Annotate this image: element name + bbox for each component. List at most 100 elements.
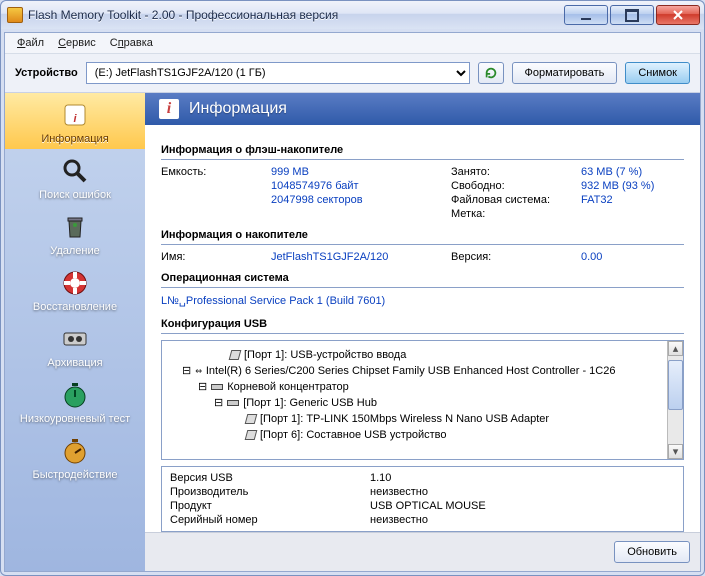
- sidebar-item-info[interactable]: i Информация: [5, 93, 145, 149]
- tree-scrollbar[interactable]: ▴ ▾: [667, 341, 683, 459]
- sectors-value: 2047998 секторов: [271, 194, 451, 206]
- fs-value: FAT32: [581, 194, 700, 206]
- sidebar-item-archive[interactable]: Архивация: [5, 317, 145, 373]
- sidebar-item-errors[interactable]: Поиск ошибок: [5, 149, 145, 205]
- usb-info-panel: Версия USB1.10 Производительнеизвестно П…: [161, 466, 684, 532]
- usb-icon: [211, 384, 223, 390]
- sidebar-item-label: Поиск ошибок: [39, 189, 111, 201]
- content-header: i Информация: [145, 93, 700, 125]
- tree-node: [Порт 1]: TP-LINK 150Mbps Wireless N Nan…: [260, 411, 549, 427]
- menubar: Файл Сервис Справка: [5, 33, 700, 54]
- refresh-device-button[interactable]: [478, 62, 504, 84]
- used-label: Занято:: [451, 166, 581, 178]
- drive-name-label: Имя:: [161, 251, 271, 263]
- device-icon: [245, 430, 258, 440]
- menu-service[interactable]: Сервис: [52, 35, 102, 51]
- volume-label-label: Метка:: [451, 208, 581, 220]
- client-area: Файл Сервис Справка Устройство (E:) JetF…: [4, 32, 701, 572]
- drive-ver-label: Версия:: [451, 251, 581, 263]
- usbver-value: 1.10: [370, 472, 675, 484]
- drive-name-value: JetFlashTS1GJF2A/120: [271, 251, 451, 263]
- volume-label-value: [581, 208, 700, 220]
- stopwatch-icon: [59, 435, 91, 467]
- collapse-icon[interactable]: ⊟: [214, 395, 223, 411]
- tape-icon: [59, 323, 91, 355]
- window-buttons: [562, 5, 700, 25]
- device-icon: [229, 350, 242, 360]
- update-button[interactable]: Обновить: [614, 541, 690, 563]
- usb-tree[interactable]: [Порт 1]: USB-устройство ввода ⊟ ⇔ Intel…: [164, 343, 681, 447]
- bytes-value: 1048574976 байт: [271, 180, 451, 192]
- tree-node: [Порт 6]: Составное USB устройство: [260, 427, 446, 443]
- product-label: Продукт: [170, 500, 370, 512]
- sidebar-item-label: Быстродействие: [33, 469, 118, 481]
- device-label: Устройство: [15, 67, 78, 79]
- refresh-icon: [484, 66, 498, 80]
- device-toolbar: Устройство (E:) JetFlashTS1GJF2A/120 (1 …: [5, 54, 700, 93]
- sidebar-item-label: Информация: [41, 133, 108, 145]
- tree-node: [Порт 1]: USB-устройство ввода: [244, 347, 406, 363]
- serial-label: Серийный номер: [170, 514, 370, 526]
- sidebar: i Информация Поиск ошибок Удаление Восст…: [5, 93, 145, 571]
- titlebar: Flash Memory Toolkit - 2.00 - Профессион…: [1, 1, 704, 29]
- section-driveinfo: Информация о накопителе: [161, 226, 684, 245]
- scroll-thumb[interactable]: [668, 360, 683, 410]
- section-usbconf: Конфигурация USB: [161, 315, 684, 334]
- sidebar-item-label: Удаление: [50, 245, 100, 257]
- footer-bar: Обновить: [145, 532, 700, 571]
- section-os: Операционная система: [161, 269, 684, 288]
- sidebar-item-restore[interactable]: Восстановление: [5, 261, 145, 317]
- snapshot-button[interactable]: Снимок: [625, 62, 690, 84]
- sidebar-item-label: Низкоуровневый тест: [20, 413, 130, 425]
- menu-file[interactable]: Файл: [11, 35, 50, 51]
- main-area: i Информация Поиск ошибок Удаление Восст…: [5, 93, 700, 571]
- serial-value: неизвестно: [370, 514, 675, 526]
- lifebuoy-icon: [59, 267, 91, 299]
- header-info-icon: i: [159, 99, 179, 119]
- sidebar-item-label: Архивация: [47, 357, 102, 369]
- sidebar-item-lowlevel[interactable]: Низкоуровневый тест: [5, 373, 145, 429]
- os-value: L№␣Professional Service Pack 1 (Build 76…: [161, 294, 684, 309]
- collapse-icon[interactable]: ⊟: [182, 363, 191, 379]
- fs-label: Файловая система:: [451, 194, 581, 206]
- content-body: Информация о флэш-накопителе Емкость: 99…: [145, 125, 700, 532]
- usbver-label: Версия USB: [170, 472, 370, 484]
- header-title: Информация: [189, 100, 287, 118]
- device-icon: [245, 414, 258, 424]
- tree-node: Корневой концентратор: [227, 379, 349, 395]
- free-value: 932 MB (93 %): [581, 180, 700, 192]
- drive-ver-value: 0.00: [581, 251, 700, 263]
- used-value: 63 MB (7 %): [581, 166, 700, 178]
- maximize-button[interactable]: [610, 5, 654, 25]
- close-button[interactable]: [656, 5, 700, 25]
- flash-grid: Емкость: 999 MB Занято: 63 MB (7 %) 1048…: [161, 166, 684, 220]
- drive-grid: Имя: JetFlashTS1GJF2A/120 Версия: 0.00: [161, 251, 684, 263]
- format-button[interactable]: Форматировать: [512, 62, 618, 84]
- capacity-label: Емкость:: [161, 166, 271, 178]
- stopwatch-icon: [59, 379, 91, 411]
- content-area: i Информация Информация о флэш-накопител…: [145, 93, 700, 571]
- menu-help[interactable]: Справка: [104, 35, 159, 51]
- capacity-value: 999 MB: [271, 166, 451, 178]
- sidebar-item-benchmark[interactable]: Быстродействие: [5, 429, 145, 485]
- section-flashinfo: Информация о флэш-накопителе: [161, 141, 684, 160]
- sidebar-item-delete[interactable]: Удаление: [5, 205, 145, 261]
- vendor-value: неизвестно: [370, 486, 675, 498]
- minimize-button[interactable]: [564, 5, 608, 25]
- info-icon: i: [59, 99, 91, 131]
- trash-icon: [59, 211, 91, 243]
- vendor-label: Производитель: [170, 486, 370, 498]
- collapse-icon[interactable]: ⊟: [198, 379, 207, 395]
- usb-tree-panel: [Порт 1]: USB-устройство ввода ⊟ ⇔ Intel…: [161, 340, 684, 460]
- tree-node: Intel(R) 6 Series/C200 Series Chipset Fa…: [206, 363, 616, 379]
- device-select[interactable]: (E:) JetFlashTS1GJF2A/120 (1 ГБ): [86, 62, 470, 84]
- sidebar-item-label: Восстановление: [33, 301, 117, 313]
- scroll-down-icon[interactable]: ▾: [668, 444, 683, 459]
- scroll-up-icon[interactable]: ▴: [668, 341, 683, 356]
- product-value: USB OPTICAL MOUSE: [370, 500, 675, 512]
- free-label: Свободно:: [451, 180, 581, 192]
- tree-node: [Порт 1]: Generic USB Hub: [243, 395, 377, 411]
- magnifier-icon: [59, 155, 91, 187]
- app-icon: [7, 7, 23, 23]
- window-title: Flash Memory Toolkit - 2.00 - Профессион…: [28, 8, 562, 22]
